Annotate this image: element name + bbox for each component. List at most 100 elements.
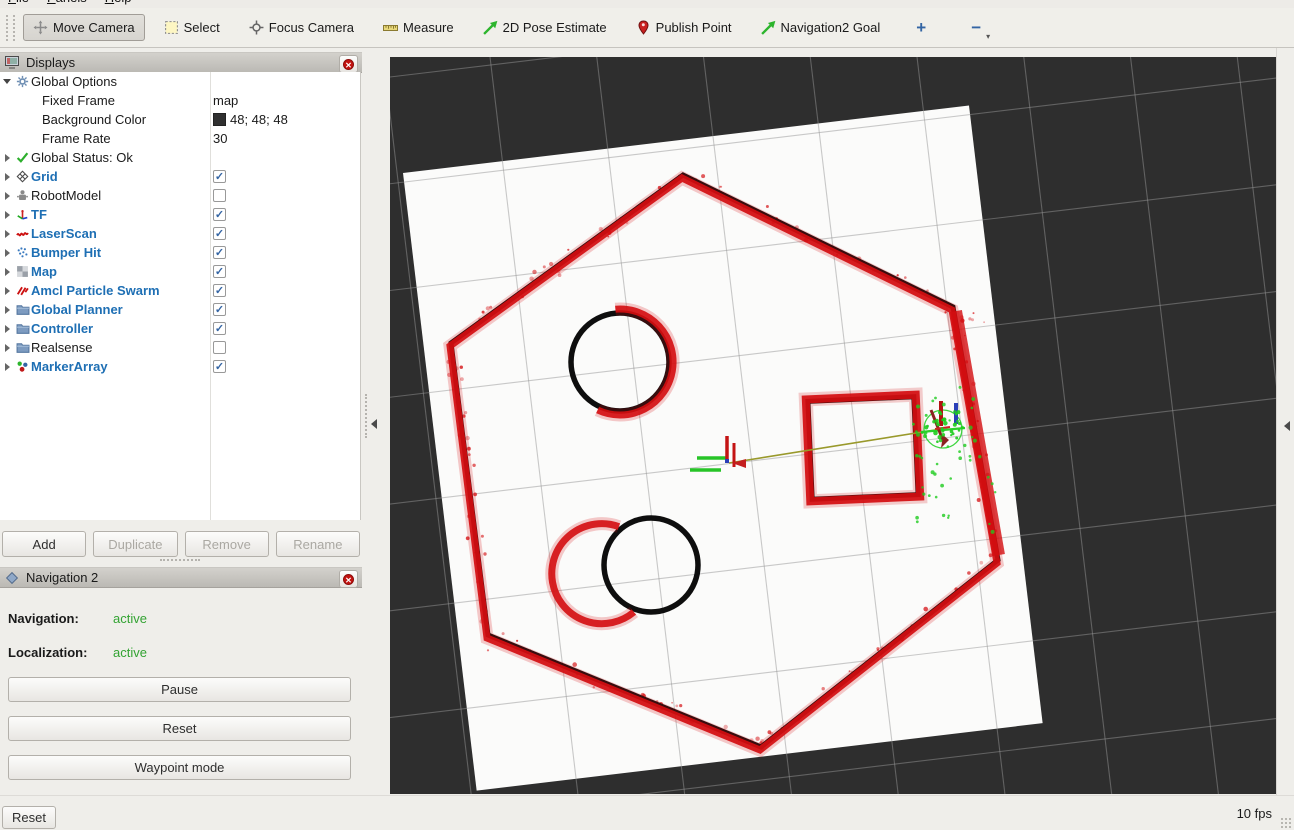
collapse-left-icon[interactable] bbox=[371, 419, 377, 429]
collapse-arrow-icon[interactable] bbox=[0, 211, 14, 219]
remove-tool-button[interactable]: − ▾ bbox=[960, 15, 992, 41]
tree-label: LaserScan bbox=[31, 226, 97, 241]
right-viewport-splitter[interactable] bbox=[1276, 48, 1294, 795]
menu-file[interactable]: File bbox=[8, 0, 29, 5]
select-icon bbox=[164, 20, 179, 35]
fps-counter: 10 fps bbox=[1237, 806, 1272, 821]
tree-row-background-color[interactable]: Background Color 48; 48; 48 bbox=[0, 110, 360, 129]
close-icon: ✕ bbox=[343, 59, 354, 70]
expand-arrow-icon[interactable] bbox=[0, 79, 14, 84]
tree-row-fixed-frame[interactable]: Fixed Framemap bbox=[0, 91, 360, 110]
collapse-arrow-icon[interactable] bbox=[0, 268, 14, 276]
focus-camera-icon bbox=[249, 20, 264, 35]
nav2-diamond-icon bbox=[5, 571, 19, 585]
tree-label: Background Color bbox=[42, 112, 146, 127]
pause-button[interactable]: Pause bbox=[8, 677, 351, 702]
3d-scene bbox=[390, 57, 1276, 794]
display-checkbox[interactable]: ✓ bbox=[213, 303, 226, 316]
tool-navigation2-goal[interactable]: Navigation2 Goal bbox=[751, 14, 891, 41]
remove-display-button[interactable]: Remove bbox=[185, 531, 269, 557]
property-value[interactable]: 48; 48; 48 bbox=[213, 112, 288, 127]
tree-row-global-planner[interactable]: Global Planner ✓ bbox=[0, 300, 360, 319]
collapse-right-icon[interactable] bbox=[1284, 421, 1290, 431]
display-checkbox[interactable] bbox=[213, 341, 226, 354]
displays-tree: Global OptionsFixed FramemapBackground C… bbox=[0, 72, 361, 520]
tree-row-robotmodel[interactable]: RobotModel bbox=[0, 186, 360, 205]
displays-panel-header[interactable]: Displays ✕ bbox=[0, 52, 362, 73]
display-checkbox[interactable]: ✓ bbox=[213, 322, 226, 335]
nav2-panel-header[interactable]: Navigation 2 ✕ bbox=[0, 567, 362, 588]
tree-row-tf[interactable]: TF✓ bbox=[0, 205, 360, 224]
display-checkbox[interactable]: ✓ bbox=[213, 265, 226, 278]
menu-panels[interactable]: Panels bbox=[47, 0, 87, 5]
display-checkbox[interactable]: ✓ bbox=[213, 208, 226, 221]
amcl-icon bbox=[14, 284, 31, 297]
tool-publish-point[interactable]: Publish Point bbox=[626, 14, 742, 41]
collapse-arrow-icon[interactable] bbox=[0, 192, 14, 200]
display-checkbox[interactable]: ✓ bbox=[213, 170, 226, 183]
display-checkbox[interactable]: ✓ bbox=[213, 284, 226, 297]
tree-row-laserscan[interactable]: LaserScan ✓ bbox=[0, 224, 360, 243]
reset-button[interactable]: Reset bbox=[8, 716, 351, 741]
collapse-arrow-icon[interactable] bbox=[0, 325, 14, 333]
tree-label: Global Status: Ok bbox=[31, 150, 133, 165]
tree-row-grid[interactable]: Grid✓ bbox=[0, 167, 360, 186]
collapse-arrow-icon[interactable] bbox=[0, 249, 14, 257]
property-value-text: 30 bbox=[213, 131, 227, 146]
duplicate-display-button[interactable]: Duplicate bbox=[93, 531, 177, 557]
add-display-button[interactable]: Add bbox=[2, 531, 86, 557]
folder-icon bbox=[14, 303, 31, 316]
tool-measure[interactable]: Measure bbox=[373, 14, 464, 41]
tree-row-realsense[interactable]: Realsense bbox=[0, 338, 360, 357]
collapse-arrow-icon[interactable] bbox=[0, 173, 14, 181]
status-value: active bbox=[113, 611, 147, 626]
tool-move-camera[interactable]: Move Camera bbox=[23, 14, 145, 41]
collapse-arrow-icon[interactable] bbox=[0, 230, 14, 238]
collapse-arrow-icon[interactable] bbox=[0, 344, 14, 352]
pose-estimate-icon bbox=[483, 20, 498, 35]
waypoint-mode-button[interactable]: Waypoint mode bbox=[8, 755, 351, 780]
tree-label: Global Planner bbox=[31, 302, 123, 317]
tree-row-bumper-hit[interactable]: Bumper Hit✓ bbox=[0, 243, 360, 262]
left-viewport-splitter[interactable] bbox=[362, 48, 390, 795]
add-tool-button[interactable]: + bbox=[905, 15, 937, 41]
collapse-arrow-icon[interactable] bbox=[0, 154, 14, 162]
nav2-panel-title: Navigation 2 bbox=[26, 570, 98, 585]
collapse-arrow-icon[interactable] bbox=[0, 306, 14, 314]
tree-row-frame-rate[interactable]: Frame Rate 30 bbox=[0, 129, 360, 148]
tree-row-markerarray[interactable]: MarkerArray✓ bbox=[0, 357, 360, 376]
toolbar: Move Camera Select Focus Camera Measure 2D P… bbox=[0, 8, 1294, 48]
tree-label: Frame Rate bbox=[42, 131, 111, 146]
display-checkbox[interactable]: ✓ bbox=[213, 246, 226, 259]
panel-splitter-handle[interactable] bbox=[160, 559, 200, 561]
rename-display-button[interactable]: Rename bbox=[276, 531, 360, 557]
tree-row-global-status-ok[interactable]: Global Status: Ok bbox=[0, 148, 360, 167]
tool-2d-pose-estimate[interactable]: 2D Pose Estimate bbox=[473, 14, 617, 41]
menu-help[interactable]: Help bbox=[105, 0, 132, 5]
property-value[interactable]: map bbox=[213, 93, 238, 108]
tree-row-amcl-particle-swarm[interactable]: Amcl Particle Swarm✓ bbox=[0, 281, 360, 300]
map-icon bbox=[14, 265, 31, 278]
tree-row-map[interactable]: Map✓ bbox=[0, 262, 360, 281]
tool-label: Focus Camera bbox=[269, 20, 354, 35]
property-value[interactable]: 30 bbox=[213, 131, 227, 146]
displays-monitor-icon bbox=[5, 56, 19, 69]
nav-goal-icon bbox=[761, 20, 776, 35]
displays-close-button[interactable]: ✕ bbox=[339, 55, 358, 73]
collapse-arrow-icon[interactable] bbox=[0, 287, 14, 295]
display-checkbox[interactable]: ✓ bbox=[213, 360, 226, 373]
tool-focus-camera[interactable]: Focus Camera bbox=[239, 14, 364, 41]
nav2-close-button[interactable]: ✕ bbox=[339, 570, 358, 588]
toolbar-drag-handle[interactable] bbox=[6, 15, 15, 41]
tool-label: Navigation2 Goal bbox=[781, 20, 881, 35]
time-reset-button[interactable]: Reset bbox=[2, 806, 56, 829]
tree-row-global-options[interactable]: Global Options bbox=[0, 72, 360, 91]
display-checkbox[interactable]: ✓ bbox=[213, 227, 226, 240]
tool-select[interactable]: Select bbox=[154, 14, 230, 41]
3d-viewport[interactable] bbox=[390, 57, 1276, 794]
display-checkbox[interactable] bbox=[213, 189, 226, 202]
tree-label: RobotModel bbox=[31, 188, 101, 203]
tree-row-controller[interactable]: Controller✓ bbox=[0, 319, 360, 338]
collapse-arrow-icon[interactable] bbox=[0, 363, 14, 371]
resize-grip-icon[interactable] bbox=[1280, 817, 1293, 830]
